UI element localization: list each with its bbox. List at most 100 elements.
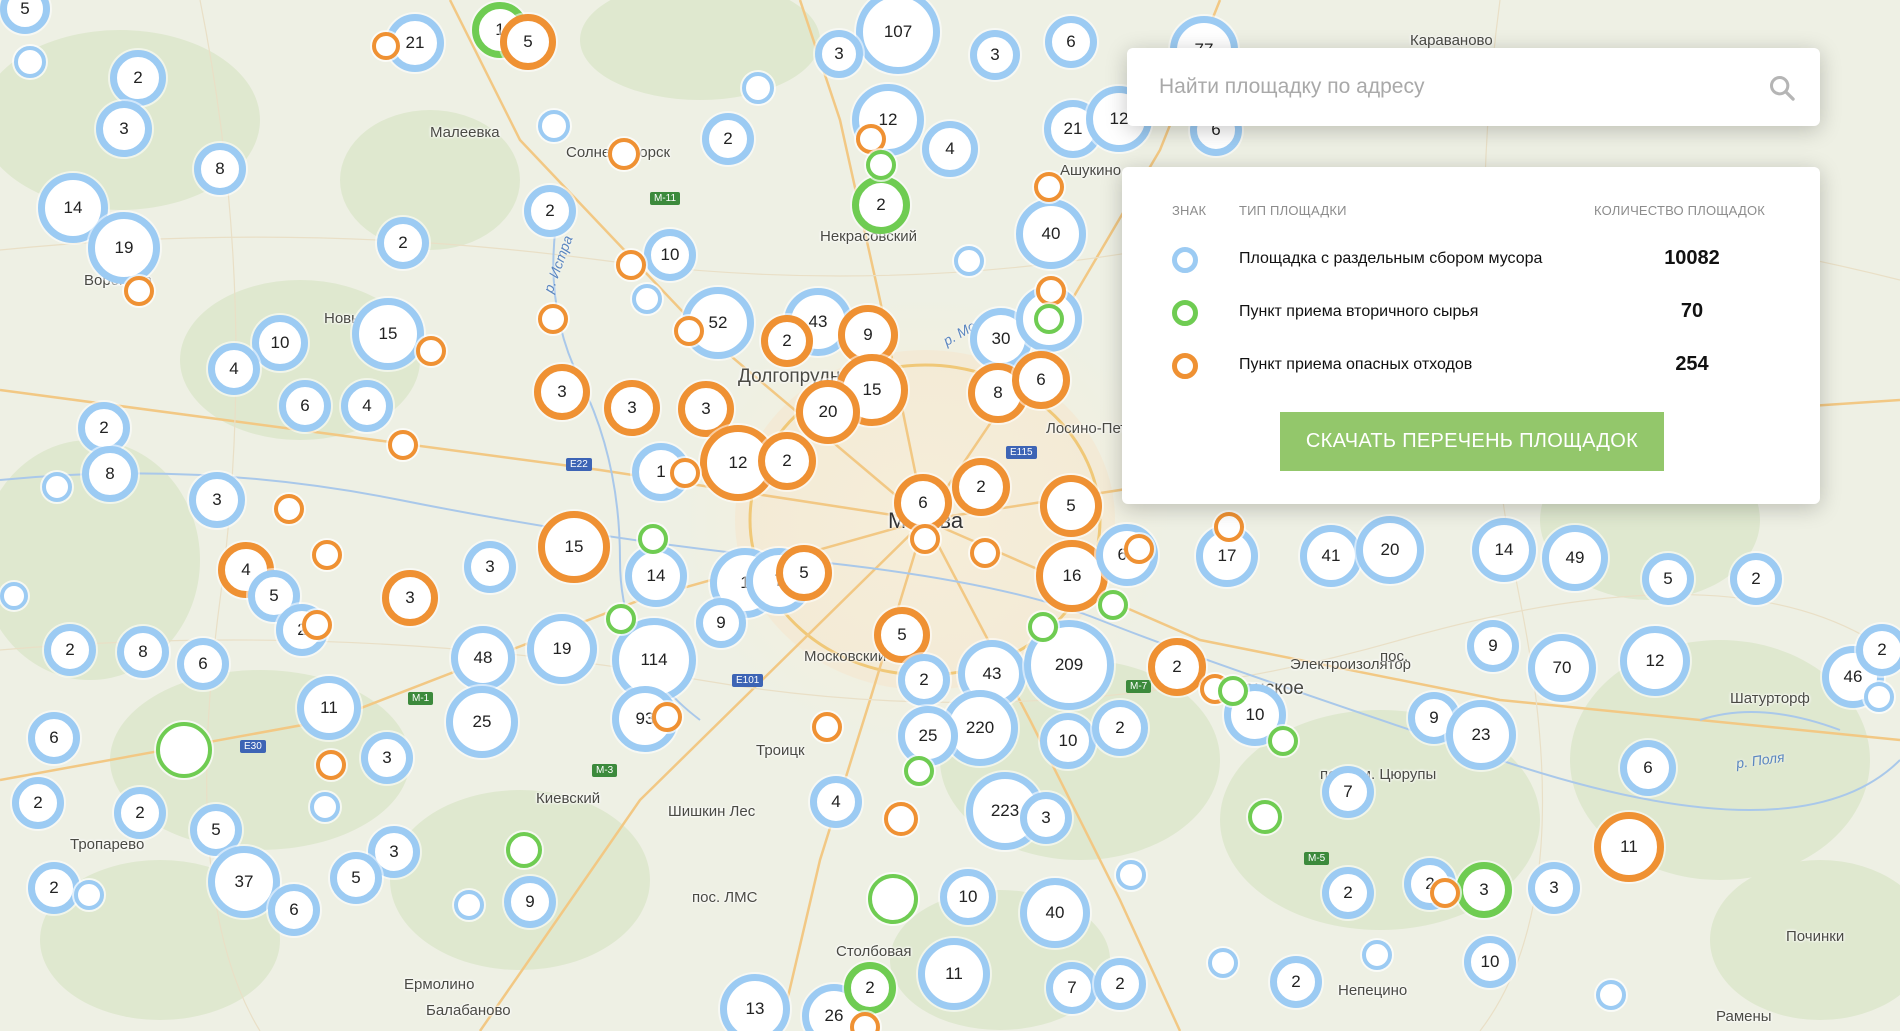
map-cluster[interactable]: 5 (500, 14, 556, 70)
map-cluster[interactable]: 3 (1528, 862, 1580, 914)
map-point[interactable] (868, 874, 918, 924)
map-cluster[interactable]: 3 (464, 541, 516, 593)
map-point[interactable] (1214, 512, 1244, 542)
map-point[interactable] (606, 604, 636, 634)
map-point[interactable] (812, 712, 842, 742)
map-cluster[interactable]: 11 (918, 938, 990, 1010)
map-point[interactable] (1208, 948, 1238, 978)
search-icon[interactable] (1768, 74, 1796, 102)
search-input[interactable] (1157, 64, 1721, 110)
map-point[interactable] (884, 802, 918, 836)
map-cluster[interactable]: 4 (922, 121, 978, 177)
map-cluster[interactable]: 8 (82, 446, 138, 502)
map-point[interactable] (1124, 534, 1154, 564)
map-cluster[interactable]: 3 (361, 732, 413, 784)
map-cluster[interactable]: 25 (446, 686, 518, 758)
map-cluster[interactable]: 7 (1322, 766, 1374, 818)
map-point[interactable] (1248, 800, 1282, 834)
map-cluster[interactable]: 2 (844, 962, 896, 1014)
map-cluster[interactable]: 9 (504, 876, 556, 928)
map-point[interactable] (652, 702, 682, 732)
map-cluster[interactable]: 70 (1528, 634, 1596, 702)
map-point[interactable] (742, 72, 774, 104)
map-cluster[interactable]: 3 (96, 101, 152, 157)
map-cluster[interactable]: 7 (1046, 962, 1098, 1014)
map-cluster[interactable]: 8 (117, 626, 169, 678)
map-cluster[interactable]: 2 (758, 432, 816, 490)
map-point[interactable] (904, 756, 934, 786)
map-cluster[interactable]: 2 (377, 217, 429, 269)
map-cluster[interactable]: 49 (1542, 525, 1608, 591)
map-cluster[interactable]: 2 (28, 862, 80, 914)
map-point[interactable] (616, 250, 646, 280)
map-point[interactable] (670, 458, 700, 488)
map-cluster[interactable]: 9 (1467, 620, 1519, 672)
map-point[interactable] (538, 110, 570, 142)
map-cluster[interactable]: 2 (852, 176, 910, 234)
map-cluster[interactable]: 40 (1016, 199, 1086, 269)
map-cluster[interactable]: 10 (940, 869, 996, 925)
map-cluster[interactable]: 11 (297, 676, 361, 740)
map-cluster[interactable]: 5 (1040, 475, 1102, 537)
map-cluster[interactable]: 2 (110, 50, 166, 106)
map-point[interactable] (1034, 172, 1064, 202)
map-cluster[interactable]: 48 (451, 626, 515, 690)
map-cluster[interactable]: 4 (341, 380, 393, 432)
map-point[interactable] (14, 46, 46, 78)
map-point[interactable] (970, 538, 1000, 568)
map-cluster[interactable]: 2 (1148, 638, 1206, 696)
map-point[interactable] (302, 610, 332, 640)
map-cluster[interactable]: 3 (534, 364, 590, 420)
map-cluster[interactable]: 3 (604, 380, 660, 436)
map-cluster[interactable]: 12 (1620, 626, 1690, 696)
map-cluster[interactable]: 3 (970, 30, 1020, 80)
map-cluster[interactable]: 4 (810, 776, 862, 828)
map-point[interactable] (506, 832, 542, 868)
map-cluster[interactable]: 3 (1456, 862, 1512, 918)
map-cluster[interactable]: 2 (1856, 624, 1900, 676)
map-cluster[interactable]: 2 (1730, 553, 1782, 605)
map-cluster[interactable]: 3 (189, 472, 245, 528)
map-point[interactable] (674, 316, 704, 346)
map-point[interactable] (388, 430, 418, 460)
map-cluster[interactable]: 10 (1040, 713, 1096, 769)
map-cluster[interactable]: 2 (44, 624, 96, 676)
map-cluster[interactable]: 10 (252, 315, 308, 371)
map-cluster[interactable]: 6 (1045, 16, 1097, 68)
map-cluster[interactable]: 6 (1012, 351, 1070, 409)
map-cluster[interactable]: 14 (625, 545, 687, 607)
map-cluster[interactable]: 6 (28, 712, 80, 764)
map-point[interactable] (156, 722, 212, 778)
map-point[interactable] (866, 150, 896, 180)
map-point[interactable] (0, 582, 28, 610)
map-cluster[interactable]: 2 (702, 113, 754, 165)
map-cluster[interactable]: 2 (114, 787, 166, 839)
map-point[interactable] (638, 524, 668, 554)
map-cluster[interactable]: 6 (279, 380, 331, 432)
map-cluster[interactable]: 41 (1300, 525, 1362, 587)
map-point[interactable] (1034, 304, 1064, 334)
map-cluster[interactable]: 5 (1642, 553, 1694, 605)
map-point[interactable] (1430, 878, 1460, 908)
map-point[interactable] (312, 540, 342, 570)
map-cluster[interactable]: 19 (88, 212, 160, 284)
map-cluster[interactable]: 2 (12, 777, 64, 829)
map-point[interactable] (124, 276, 154, 306)
map-point[interactable] (1268, 726, 1298, 756)
map-cluster[interactable]: 25 (898, 706, 958, 766)
map-point[interactable] (1098, 590, 1128, 620)
map-point[interactable] (316, 750, 346, 780)
map-cluster[interactable]: 2 (1094, 958, 1146, 1010)
map-point[interactable] (1036, 276, 1066, 306)
map-cluster[interactable]: 20 (1356, 516, 1424, 584)
map-point[interactable] (910, 524, 940, 554)
map-point[interactable] (274, 494, 304, 524)
map-point[interactable] (1218, 676, 1248, 706)
map-cluster[interactable]: 19 (527, 614, 597, 684)
map-point[interactable] (632, 284, 662, 314)
map-cluster[interactable]: 2 (524, 185, 576, 237)
map-point[interactable] (372, 32, 400, 60)
map-cluster[interactable]: 10 (1464, 936, 1516, 988)
map-point[interactable] (1028, 612, 1058, 642)
map-cluster[interactable]: 40 (1020, 878, 1090, 948)
